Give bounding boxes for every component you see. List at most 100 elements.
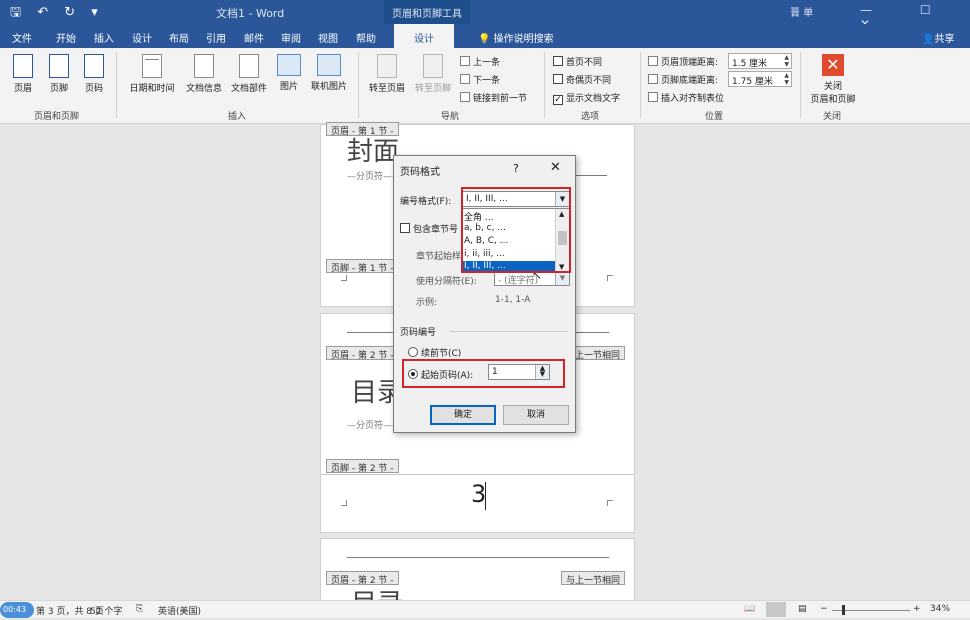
tab-layout[interactable]: 布局: [169, 30, 189, 45]
highlight-number-format: [461, 187, 571, 273]
footer-icon: [49, 54, 69, 78]
tell-me-search[interactable]: 💡 操作说明搜索: [478, 30, 554, 45]
next-icon: [460, 74, 470, 84]
page-number-button[interactable]: 页码: [80, 54, 108, 94]
group-label-header-footer: 页眉和页脚: [34, 112, 80, 122]
link-icon: [460, 92, 470, 102]
ok-button[interactable]: 确定: [430, 405, 496, 425]
dialog-title: 页码格式: [400, 167, 440, 178]
ribbon-separator: [358, 52, 359, 118]
header-top-distance-input[interactable]: 1.5 厘米 ▲ ▼: [728, 53, 792, 69]
spinner-arrows-icon[interactable]: ▲ ▼: [784, 72, 789, 86]
person-icon: 👤: [922, 34, 935, 45]
document-info-icon: [194, 54, 214, 78]
include-chapter-checkbox[interactable]: 包含章节号: [400, 222, 458, 235]
pictures-label: 图片: [279, 82, 298, 92]
previous-icon: [460, 56, 470, 66]
number-format-label: 编号格式(F):: [400, 197, 452, 207]
previous-button[interactable]: 上一条: [460, 55, 500, 68]
close-header-footer-button[interactable]: ✕ 关闭 页眉和页脚: [806, 54, 860, 105]
header-top-distance-label: 页眉顶端距离:: [648, 55, 718, 68]
highlight-start-at: [402, 359, 565, 388]
link-previous-button[interactable]: 链接到前一节: [460, 91, 527, 104]
crop-mark: [607, 500, 613, 506]
proofing-icon[interactable]: ⎘: [136, 604, 143, 614]
date-time-button[interactable]: 日期和时间: [126, 54, 178, 94]
chevron-down-icon[interactable]: ▼: [555, 271, 569, 285]
share-button[interactable]: 👤共享: [922, 30, 954, 45]
odd-even-checkbox[interactable]: 奇偶页不同: [553, 73, 611, 86]
tab-insert[interactable]: 插入: [94, 30, 114, 45]
pictures-button[interactable]: 图片: [276, 54, 302, 92]
footer-tab-section-2: 页脚 - 第 2 节 -: [326, 459, 399, 474]
spinner-arrows-icon[interactable]: ▲ ▼: [784, 54, 789, 68]
insert-alignment-tab-button[interactable]: 插入对齐制表位: [648, 91, 724, 104]
checkbox-icon: [400, 223, 410, 233]
cancel-button[interactable]: 取消: [503, 405, 569, 425]
recording-timer: 00:43: [0, 602, 34, 618]
checkbox-icon: [553, 56, 563, 66]
print-layout-icon[interactable]: [766, 602, 786, 617]
language[interactable]: 英语(美国): [158, 604, 201, 617]
tab-design-context[interactable]: 设计: [394, 24, 454, 48]
zoom-in-icon[interactable]: +: [913, 604, 921, 614]
quick-access-toolbar[interactable]: 🖫 ↶ ↻ ▾: [10, 3, 104, 25]
next-button[interactable]: 下一条: [460, 73, 500, 86]
ribbon: 页眉 页脚 页码 页眉和页脚 日期和时间 文档信息 文档部件 图片 联机图片 插…: [0, 48, 970, 124]
web-layout-icon[interactable]: ▤: [798, 604, 807, 614]
text-cursor: [485, 482, 486, 510]
doc-info-button[interactable]: 文档信息: [182, 54, 226, 94]
header-distance-icon: [648, 56, 658, 66]
context-tool-label: 页眉和页脚工具: [392, 9, 462, 20]
tab-references[interactable]: 引用: [206, 30, 226, 45]
doc-info-label: 文档信息: [185, 84, 222, 94]
tell-me-label: 操作说明搜索: [493, 34, 554, 45]
page-number-field[interactable]: 3: [471, 480, 486, 508]
ribbon-separator: [544, 52, 545, 118]
zoom-slider-thumb[interactable]: [842, 605, 845, 615]
ribbon-tabs: 文件 开始 插入 设计 布局 引用 邮件 审阅 视图 帮助 设计 💡 操作说明搜…: [0, 24, 970, 48]
checkmark-icon: ✓: [553, 95, 563, 105]
different-first-page-checkbox[interactable]: 首页不同: [553, 55, 602, 68]
previous-label: 上一条: [473, 58, 501, 68]
link-previous-label: 链接到前一节: [473, 94, 528, 104]
page-break-line: [571, 175, 607, 176]
header-tab-section-2: 页眉 - 第 2 节 -: [326, 346, 399, 361]
header-label: 页眉: [13, 84, 32, 94]
crop-mark: [607, 275, 613, 281]
goto-footer-button[interactable]: 转至页脚: [412, 54, 454, 94]
user-name[interactable]: 晋 单: [790, 4, 813, 19]
footer-button[interactable]: 页脚: [46, 54, 72, 94]
quick-parts-button[interactable]: 文档部件: [228, 54, 270, 94]
zoom-level[interactable]: 34%: [930, 604, 950, 614]
checkbox-icon: [553, 74, 563, 84]
group-label-position: 位置: [705, 112, 724, 122]
show-doc-text-label: 显示文档文字: [566, 94, 621, 104]
ribbon-separator: [640, 52, 641, 118]
online-pictures-button[interactable]: 联机图片: [308, 54, 350, 92]
help-button[interactable]: ?: [513, 162, 519, 175]
tab-help[interactable]: 帮助: [356, 30, 376, 45]
status-bar: 00:43 第 3 页，共 8 页 52 个字 ⎘ 英语(美国) 📖 ▤ − +…: [0, 600, 970, 618]
goto-header-button[interactable]: 转至页眉: [366, 54, 408, 94]
footer-tab-section-1: 页脚 - 第 1 节 -: [326, 259, 399, 274]
show-doc-text-checkbox[interactable]: ✓ 显示文档文字: [553, 91, 620, 105]
footer-bottom-distance-input[interactable]: 1.75 厘米 ▲ ▼: [728, 71, 792, 87]
tab-review[interactable]: 审阅: [281, 30, 301, 45]
tab-design[interactable]: 设计: [132, 30, 152, 45]
tab-mailings[interactable]: 邮件: [244, 30, 264, 45]
word-count[interactable]: 52 个字: [90, 604, 122, 617]
goto-footer-icon: [423, 54, 443, 78]
header-tab-section-1: 页眉 - 第 1 节 -: [326, 122, 399, 137]
read-mode-icon[interactable]: 📖: [744, 604, 755, 614]
tab-view[interactable]: 视图: [318, 30, 338, 45]
continue-previous-radio[interactable]: 续前节(C): [408, 346, 461, 359]
ribbon-separator: [800, 52, 801, 118]
zoom-out-icon[interactable]: −: [820, 604, 828, 614]
tab-home[interactable]: 开始: [56, 30, 76, 45]
header-button[interactable]: 页眉: [10, 54, 36, 94]
close-hf-label: 关闭: [823, 82, 842, 92]
ribbon-separator: [116, 52, 117, 118]
tab-file[interactable]: 文件: [12, 30, 32, 45]
dialog-close-button[interactable]: ✕: [550, 160, 561, 175]
